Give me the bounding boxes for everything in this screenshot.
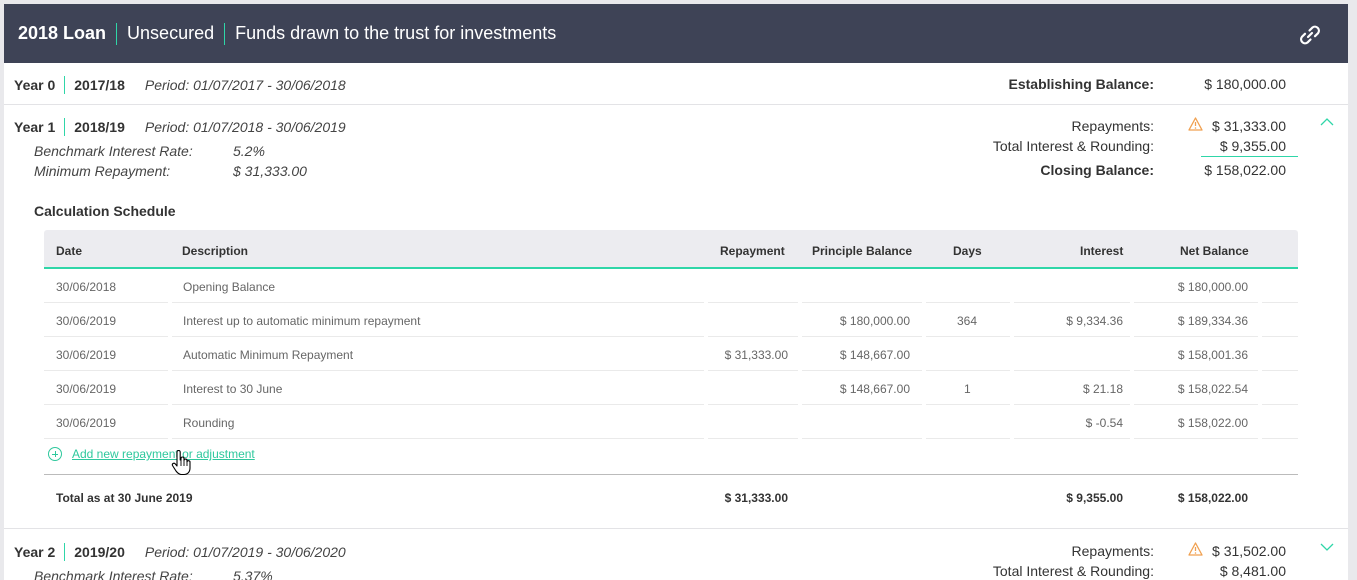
table-row: 30/06/2018 Opening Balance $ 180,000.00 — [44, 269, 1298, 303]
total-row: Total as at 30 June 2019 $ 31,333.00 $ 9… — [44, 474, 1298, 514]
add-circle-icon[interactable] — [48, 447, 62, 461]
cell-interest: $ -0.54 — [1085, 416, 1123, 430]
year-separator — [64, 543, 66, 561]
total-interest-value: $ 9,355.00 — [1219, 138, 1286, 154]
warning-icon[interactable] — [1188, 117, 1203, 131]
year-0-row: Year 0 2017/18 Period: 01/07/2017 - 30/0… — [4, 63, 1348, 105]
cell-net-balance: $ 189,334.36 — [1177, 314, 1248, 328]
cell-principle: $ 148,667.00 — [839, 348, 910, 362]
year-0-heading: Year 0 2017/18 Period: 01/07/2017 - 30/0… — [14, 76, 346, 94]
establishing-balance-label: Establishing Balance: — [1008, 76, 1154, 92]
period: Period: 01/07/2017 - 30/06/2018 — [144, 77, 346, 93]
sum-line — [1201, 156, 1298, 157]
add-repayment-link[interactable]: Add new repayment or adjustment — [48, 447, 255, 461]
period: Period: 01/07/2018 - 30/06/2019 — [144, 119, 346, 135]
closing-balance-label: Closing Balance: — [1040, 162, 1154, 178]
establishing-balance-value: $ 180,000.00 — [1204, 76, 1286, 92]
year-separator — [64, 76, 66, 94]
repayments-label: Repayments: — [1071, 118, 1154, 134]
cell-description: Interest to 30 June — [183, 382, 283, 396]
closing-balance-value: $ 158,022.00 — [1204, 162, 1286, 178]
financial-year: 2017/18 — [74, 77, 125, 93]
cell-interest: $ 21.18 — [1082, 382, 1123, 396]
loan-description: Funds drawn to the trust for investments — [235, 23, 557, 43]
repayments-value: $ 31,502.00 — [1212, 543, 1286, 559]
column-header-description: Description — [182, 244, 249, 258]
cell-description: Rounding — [183, 416, 235, 430]
period: Period: 01/07/2019 - 30/06/2020 — [144, 544, 346, 560]
cell-days: 364 — [957, 314, 978, 328]
cell-principle: $ 180,000.00 — [839, 314, 910, 328]
cell-description: Interest up to automatic minimum repayme… — [183, 314, 421, 328]
header-separator — [116, 22, 118, 45]
cell-repayment: $ 31,333.00 — [724, 348, 788, 362]
total-interest-value: $ 8,481.00 — [1219, 563, 1286, 579]
minimum-repayment-label: Minimum Repayment: — [34, 163, 171, 179]
column-header-days: Days — [953, 244, 982, 258]
total-interest-label: Total Interest & Rounding: — [992, 563, 1154, 579]
cell-date: 30/06/2019 — [56, 314, 117, 328]
loan-type: Unsecured — [127, 23, 215, 43]
column-header-principle-balance: Principle Balance — [812, 244, 913, 258]
table-header: Date Description Repayment Principle Bal… — [44, 230, 1298, 269]
cell-description: Automatic Minimum Repayment — [183, 348, 354, 362]
total-interest: $ 9,355.00 — [1066, 491, 1123, 505]
loan-header: 2018 Loan Unsecured Funds drawn to the t… — [4, 4, 1348, 63]
repayments-label: Repayments: — [1071, 543, 1154, 559]
table-row: 30/06/2019 Interest up to automatic mini… — [44, 303, 1298, 337]
year-label: Year 0 — [14, 77, 56, 93]
financial-year: 2018/19 — [74, 119, 125, 135]
total-net-balance: $ 158,022.00 — [1177, 491, 1248, 505]
cell-description: Opening Balance — [183, 280, 276, 294]
cell-date: 30/06/2018 — [56, 280, 117, 294]
link-icon[interactable] — [1296, 21, 1324, 49]
cell-interest: $ 9,334.36 — [1066, 314, 1123, 328]
financial-year: 2019/20 — [74, 544, 125, 560]
cell-date: 30/06/2019 — [56, 348, 117, 362]
repayments-value: $ 31,333.00 — [1212, 118, 1286, 134]
cell-net-balance: $ 158,001.36 — [1177, 348, 1248, 362]
total-label: Total as at 30 June 2019 — [56, 491, 193, 505]
benchmark-rate-value: 5.2% — [233, 143, 265, 159]
year-separator — [64, 118, 66, 136]
column-header-net-balance: Net Balance — [1180, 244, 1249, 258]
cell-days: 1 — [964, 382, 971, 396]
column-header-repayment: Repayment — [720, 244, 785, 258]
cell-principle: $ 148,667.00 — [839, 382, 910, 396]
total-interest-label: Total Interest & Rounding: — [992, 138, 1154, 154]
column-header-interest: Interest — [1080, 244, 1124, 258]
calculation-schedule-title: Calculation Schedule — [34, 203, 176, 219]
cell-date: 30/06/2019 — [56, 416, 117, 430]
table-row: 30/06/2019 Automatic Minimum Repayment $… — [44, 337, 1298, 371]
loan-panel: 2018 Loan Unsecured Funds drawn to the t… — [4, 4, 1348, 580]
calculation-schedule-table: Date Description Repayment Principle Bal… — [44, 230, 1298, 439]
table-row: 30/06/2019 Interest to 30 June $ 148,667… — [44, 371, 1298, 405]
year-label: Year 2 — [14, 544, 56, 560]
warning-icon[interactable] — [1188, 542, 1203, 556]
cell-net-balance: $ 180,000.00 — [1177, 280, 1248, 294]
year-1-heading[interactable]: Year 1 2018/19 Period: 01/07/2018 - 30/0… — [14, 118, 346, 136]
benchmark-rate-label: Benchmark Interest Rate: — [34, 143, 193, 159]
cell-net-balance: $ 158,022.00 — [1177, 416, 1248, 430]
year-label: Year 1 — [14, 119, 56, 135]
cell-net-balance: $ 158,022.54 — [1177, 382, 1248, 396]
benchmark-rate-value: 5.37% — [233, 568, 273, 580]
header-separator — [224, 22, 226, 45]
cell-date: 30/06/2019 — [56, 382, 117, 396]
total-repayment: $ 31,333.00 — [724, 491, 788, 505]
hand-cursor-icon — [171, 450, 191, 476]
column-header-date: Date — [56, 244, 83, 258]
benchmark-rate-label: Benchmark Interest Rate: — [34, 568, 193, 580]
year-2-heading[interactable]: Year 2 2019/20 Period: 01/07/2019 - 30/0… — [14, 543, 346, 561]
chevron-up-icon[interactable] — [1320, 117, 1334, 127]
table-row: 30/06/2019 Rounding $ -0.54 $ 158,022.00 — [44, 405, 1298, 439]
chevron-down-icon[interactable] — [1320, 542, 1334, 552]
loan-title: 2018 Loan — [18, 23, 107, 43]
add-repayment-label[interactable]: Add new repayment or adjustment — [72, 447, 255, 461]
minimum-repayment-value: $ 31,333.00 — [233, 163, 307, 179]
section-divider — [4, 528, 1348, 529]
